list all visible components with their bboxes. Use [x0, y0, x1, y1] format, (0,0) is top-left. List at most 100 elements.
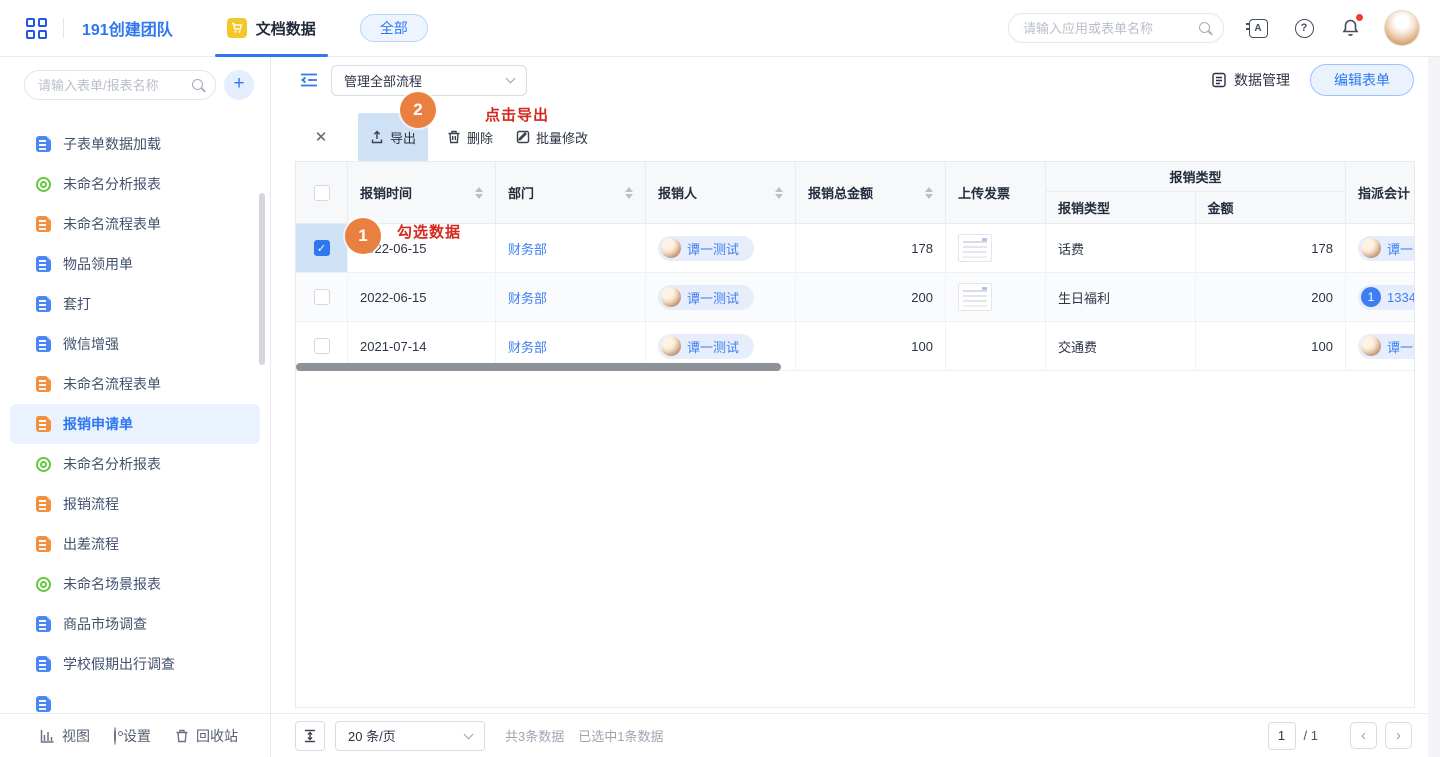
- page-size-dropdown[interactable]: 20 条/页: [335, 721, 485, 751]
- row-checkbox[interactable]: [314, 338, 330, 354]
- form-search[interactable]: [24, 70, 216, 100]
- column-header[interactable]: 报销总金额: [796, 162, 946, 223]
- user-pill-label: 谭一测试: [687, 239, 739, 258]
- column-header-label: 指派会计: [1358, 183, 1415, 202]
- help-button[interactable]: ?: [1292, 16, 1316, 40]
- sidebar-item[interactable]: 学校假期出行调查: [24, 644, 260, 684]
- horizontal-scrollbar[interactable]: [296, 363, 781, 371]
- scope-all-pill[interactable]: 全部: [360, 14, 428, 42]
- sort-icon[interactable]: [475, 187, 483, 199]
- trash-icon: [447, 130, 461, 144]
- column-header-label: 报销人: [658, 183, 769, 202]
- chevron-down-icon: [464, 729, 474, 739]
- user-pill[interactable]: 谭一测试: [658, 236, 754, 261]
- select-all-checkbox[interactable]: [314, 185, 330, 201]
- column-header[interactable]: 指派会计: [1346, 162, 1415, 223]
- orange-doc-icon: [36, 416, 51, 432]
- app-grid-logo-icon[interactable]: [26, 18, 47, 39]
- sidebar-item[interactable]: 未命名分析报表: [24, 164, 260, 204]
- sort-icon[interactable]: [625, 187, 633, 199]
- cell-department-link[interactable]: 财务部: [508, 239, 547, 258]
- notifications-button[interactable]: [1338, 16, 1362, 40]
- sidebar-item[interactable]: 商品市场调查: [24, 604, 260, 644]
- cell-department-link[interactable]: 财务部: [508, 337, 547, 356]
- next-page-button[interactable]: ›: [1385, 722, 1412, 749]
- table-row[interactable]: ✓2022-06-15财务部谭一测试178话费178谭一测试: [296, 224, 1415, 273]
- column-header[interactable]: 上传发票: [946, 162, 1046, 223]
- global-search[interactable]: [1008, 13, 1224, 43]
- export-button[interactable]: 导出: [358, 113, 428, 161]
- column-header[interactable]: 报销类型: [1046, 192, 1196, 223]
- row-select-cell[interactable]: ✓: [296, 224, 348, 272]
- user-pill[interactable]: 谭一测试: [658, 285, 754, 310]
- table-row[interactable]: 2022-06-15财务部谭一测试200生日福利20011334: [296, 273, 1415, 322]
- sort-icon[interactable]: [925, 187, 933, 199]
- column-header-label: 报销时间: [360, 183, 469, 202]
- user-pill[interactable]: 谭一测试: [1358, 236, 1415, 261]
- select-all-cell[interactable]: [296, 162, 348, 223]
- column-header[interactable]: 金额: [1196, 192, 1346, 223]
- sort-icon[interactable]: [775, 187, 783, 199]
- sidebar-item[interactable]: 未命名流程表单: [24, 204, 260, 244]
- team-name[interactable]: 191创建团队: [82, 16, 173, 40]
- user-pill-label: 1334: [1387, 290, 1415, 305]
- page-number-input[interactable]: 1: [1268, 722, 1296, 750]
- row-select-cell[interactable]: [296, 273, 348, 321]
- sidebar-item[interactable]: 出差流程: [24, 524, 260, 564]
- invoice-thumbnail[interactable]: [958, 234, 992, 262]
- blue-doc-icon: [36, 656, 51, 672]
- sidebar-item[interactable]: 未命名分析报表: [24, 444, 260, 484]
- column-header[interactable]: 报销人: [646, 162, 796, 223]
- cell-expense-type: 话费: [1058, 239, 1084, 258]
- user-pill[interactable]: 谭一测试: [1358, 334, 1415, 359]
- sidebar-item[interactable]: 物品领用单: [24, 244, 260, 284]
- batch-edit-button[interactable]: 批量修改: [512, 113, 592, 161]
- form-search-input[interactable]: [38, 78, 185, 93]
- blue-doc-icon: [36, 256, 51, 272]
- sidebar-item[interactable]: 子表单数据加载: [24, 124, 260, 164]
- cell-department-link[interactable]: 财务部: [508, 288, 547, 307]
- user-avatar-icon: [1361, 336, 1381, 356]
- row-checkbox[interactable]: [314, 289, 330, 305]
- member-count-pill[interactable]: 11334: [1358, 285, 1415, 310]
- sidebar-footer-gear[interactable]: 设置: [114, 726, 151, 746]
- row-height-button[interactable]: [295, 721, 325, 751]
- add-form-button[interactable]: +: [224, 70, 254, 100]
- user-avatar[interactable]: [1384, 10, 1420, 46]
- prev-page-button[interactable]: ‹: [1350, 722, 1377, 749]
- sidebar-item[interactable]: 微信增强: [24, 324, 260, 364]
- row-checkbox[interactable]: ✓: [314, 240, 330, 256]
- edit-form-button[interactable]: 编辑表单: [1310, 64, 1414, 96]
- invoice-thumbnail[interactable]: [958, 283, 992, 311]
- sidebar-item-label: 未命名分析报表: [63, 454, 161, 474]
- user-avatar-icon: [661, 287, 681, 307]
- sidebar-footer-chart[interactable]: 视图: [40, 726, 90, 746]
- sidebar-footer-trash[interactable]: 回收站: [175, 726, 238, 746]
- close-selection-button[interactable]: ✕: [311, 113, 331, 161]
- cell-expense-type: 交通费: [1058, 337, 1097, 356]
- sidebar-item[interactable]: 套打: [24, 284, 260, 324]
- data-manage-button[interactable]: 数据管理: [1211, 70, 1290, 90]
- edit-icon: [516, 130, 530, 144]
- sidebar-item[interactable]: 未命名场景报表: [24, 564, 260, 604]
- search-icon: [1199, 22, 1210, 33]
- delete-button[interactable]: 删除: [443, 113, 497, 161]
- user-avatar-icon: [1361, 238, 1381, 258]
- trash-icon: [175, 729, 189, 743]
- sidebar-item[interactable]: [24, 684, 260, 713]
- column-header[interactable]: 部门: [496, 162, 646, 223]
- cell-date: 2021-07-14: [360, 339, 427, 354]
- sidebar-item[interactable]: 报销流程: [24, 484, 260, 524]
- sidebar-scrollbar[interactable]: [259, 193, 265, 365]
- flow-filter-dropdown[interactable]: 管理全部流程: [331, 65, 527, 96]
- sidebar-item[interactable]: 报销申请单: [10, 404, 260, 444]
- sidebar-item[interactable]: 未命名流程表单: [24, 364, 260, 404]
- app-cart-icon: [227, 18, 247, 38]
- global-search-input[interactable]: [1023, 21, 1189, 36]
- user-pill[interactable]: 谭一测试: [658, 334, 754, 359]
- column-header[interactable]: 报销时间: [348, 162, 496, 223]
- collapse-sidebar-icon[interactable]: [300, 72, 318, 88]
- contacts-button[interactable]: A: [1246, 16, 1270, 40]
- green-report-icon: [36, 577, 51, 592]
- app-tab-document-data[interactable]: 文档数据: [219, 0, 324, 57]
